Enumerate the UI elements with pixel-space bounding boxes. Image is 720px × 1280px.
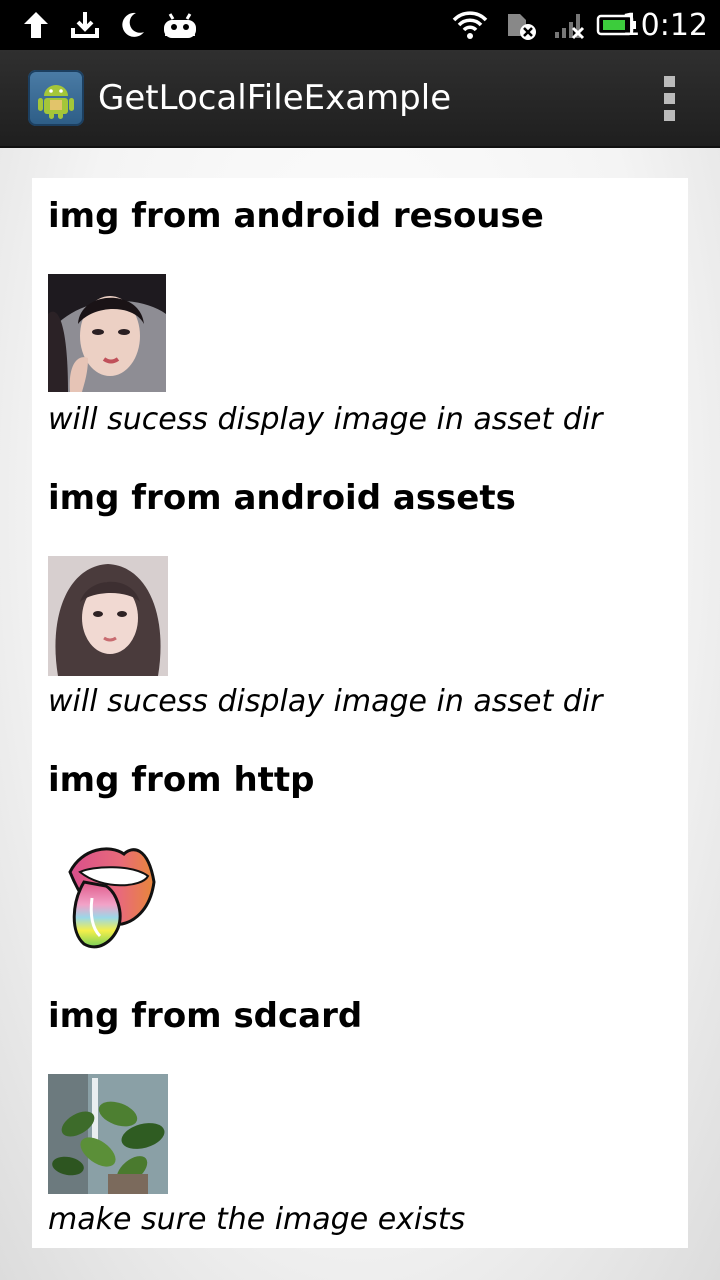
android-robot-icon xyxy=(38,85,74,119)
status-bar: 10:12 xyxy=(0,0,720,50)
section-heading-sdcard: img from sdcard xyxy=(48,996,363,1036)
rolling-stones-tongue-logo xyxy=(62,842,162,952)
section-caption-assets: will sucess display image in asset dir xyxy=(48,684,603,719)
status-time: 10:12 xyxy=(621,8,708,43)
action-bar: GetLocalFileExample xyxy=(0,50,720,148)
plant-photo xyxy=(48,1074,168,1194)
section-heading-http: img from http xyxy=(48,760,315,800)
section-heading-resource: img from android resouse xyxy=(48,196,544,236)
section-caption-sdcard: make sure the image exists xyxy=(48,1202,466,1237)
app-title: GetLocalFileExample xyxy=(98,78,452,118)
section-caption-resource: will sucess display image in asset dir xyxy=(48,402,603,437)
download-icon xyxy=(71,12,99,38)
signal-icon xyxy=(555,14,585,40)
overflow-menu-icon[interactable] xyxy=(662,76,676,122)
content-card: img from android resouse will sucess dis… xyxy=(32,178,688,1248)
android-app-icon[interactable] xyxy=(28,70,84,126)
portrait-woman-1 xyxy=(48,274,166,392)
upload-icon xyxy=(24,12,48,38)
section-heading-assets: img from android assets xyxy=(48,478,516,518)
wifi-icon xyxy=(452,11,488,39)
android-icon xyxy=(164,13,196,38)
portrait-woman-2 xyxy=(48,556,168,676)
sim-error-icon xyxy=(508,14,536,40)
moon-icon xyxy=(122,12,144,37)
